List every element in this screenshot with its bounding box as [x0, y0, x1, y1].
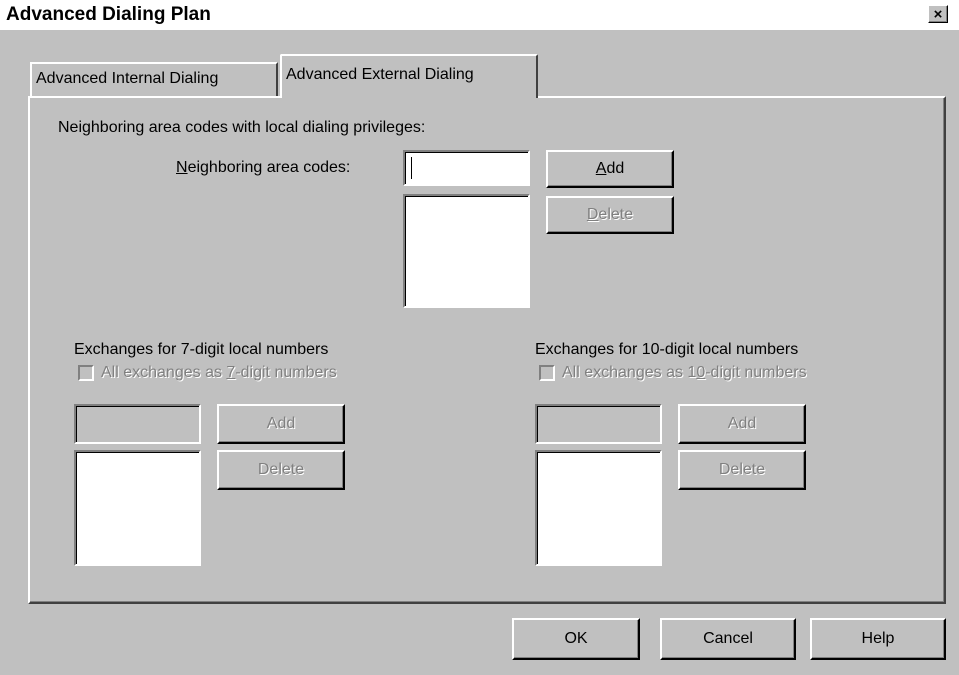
- tab-advanced-external-dialing[interactable]: Advanced External Dialing: [280, 54, 538, 98]
- seven-digit-delete-button[interactable]: Delete: [217, 450, 345, 490]
- ten-digit-exchange-list[interactable]: [535, 450, 662, 566]
- tab-advanced-internal-dialing[interactable]: Advanced Internal Dialing: [30, 62, 278, 97]
- neighboring-area-codes-input[interactable]: [403, 150, 530, 186]
- ten-digit-add-button[interactable]: Add: [678, 404, 806, 444]
- ok-button[interactable]: OK: [512, 618, 640, 660]
- text-caret: [411, 157, 412, 179]
- ten-digit-exchange-input[interactable]: [535, 404, 662, 444]
- ten-digit-checkbox-label: All exchanges as 10-digit numbers: [562, 364, 807, 381]
- window-title: Advanced Dialing Plan: [6, 4, 211, 25]
- close-button[interactable]: ×: [928, 5, 948, 23]
- neighboring-area-codes-list[interactable]: [403, 194, 530, 308]
- neighboring-area-codes-label: Neighboring area codes:: [176, 159, 351, 176]
- seven-digit-all-exchanges-checkbox[interactable]: [78, 365, 94, 381]
- seven-digit-exchange-list[interactable]: [74, 450, 201, 566]
- seven-digit-checkbox-label: All exchanges as 7-digit numbers: [101, 364, 337, 381]
- title-bar: Advanced Dialing Plan ×: [0, 0, 959, 30]
- neighboring-add-button[interactable]: Add: [546, 150, 674, 188]
- cancel-button[interactable]: Cancel: [660, 618, 796, 660]
- ten-digit-delete-button[interactable]: Delete: [678, 450, 806, 490]
- close-icon: ×: [933, 6, 943, 23]
- seven-digit-section-title: Exchanges for 7-digit local numbers: [74, 341, 329, 358]
- ten-digit-all-exchanges-checkbox[interactable]: [539, 365, 555, 381]
- help-button[interactable]: Help: [810, 618, 946, 660]
- neighboring-delete-button[interactable]: Delete: [546, 196, 674, 234]
- seven-digit-add-button[interactable]: Add: [217, 404, 345, 444]
- tab-label: Advanced Internal Dialing: [36, 70, 219, 87]
- ten-digit-section-title: Exchanges for 10-digit local numbers: [535, 341, 799, 358]
- neighboring-section-label: Neighboring area codes with local dialin…: [58, 119, 426, 136]
- seven-digit-exchange-input[interactable]: [74, 404, 201, 444]
- tab-label: Advanced External Dialing: [286, 66, 474, 83]
